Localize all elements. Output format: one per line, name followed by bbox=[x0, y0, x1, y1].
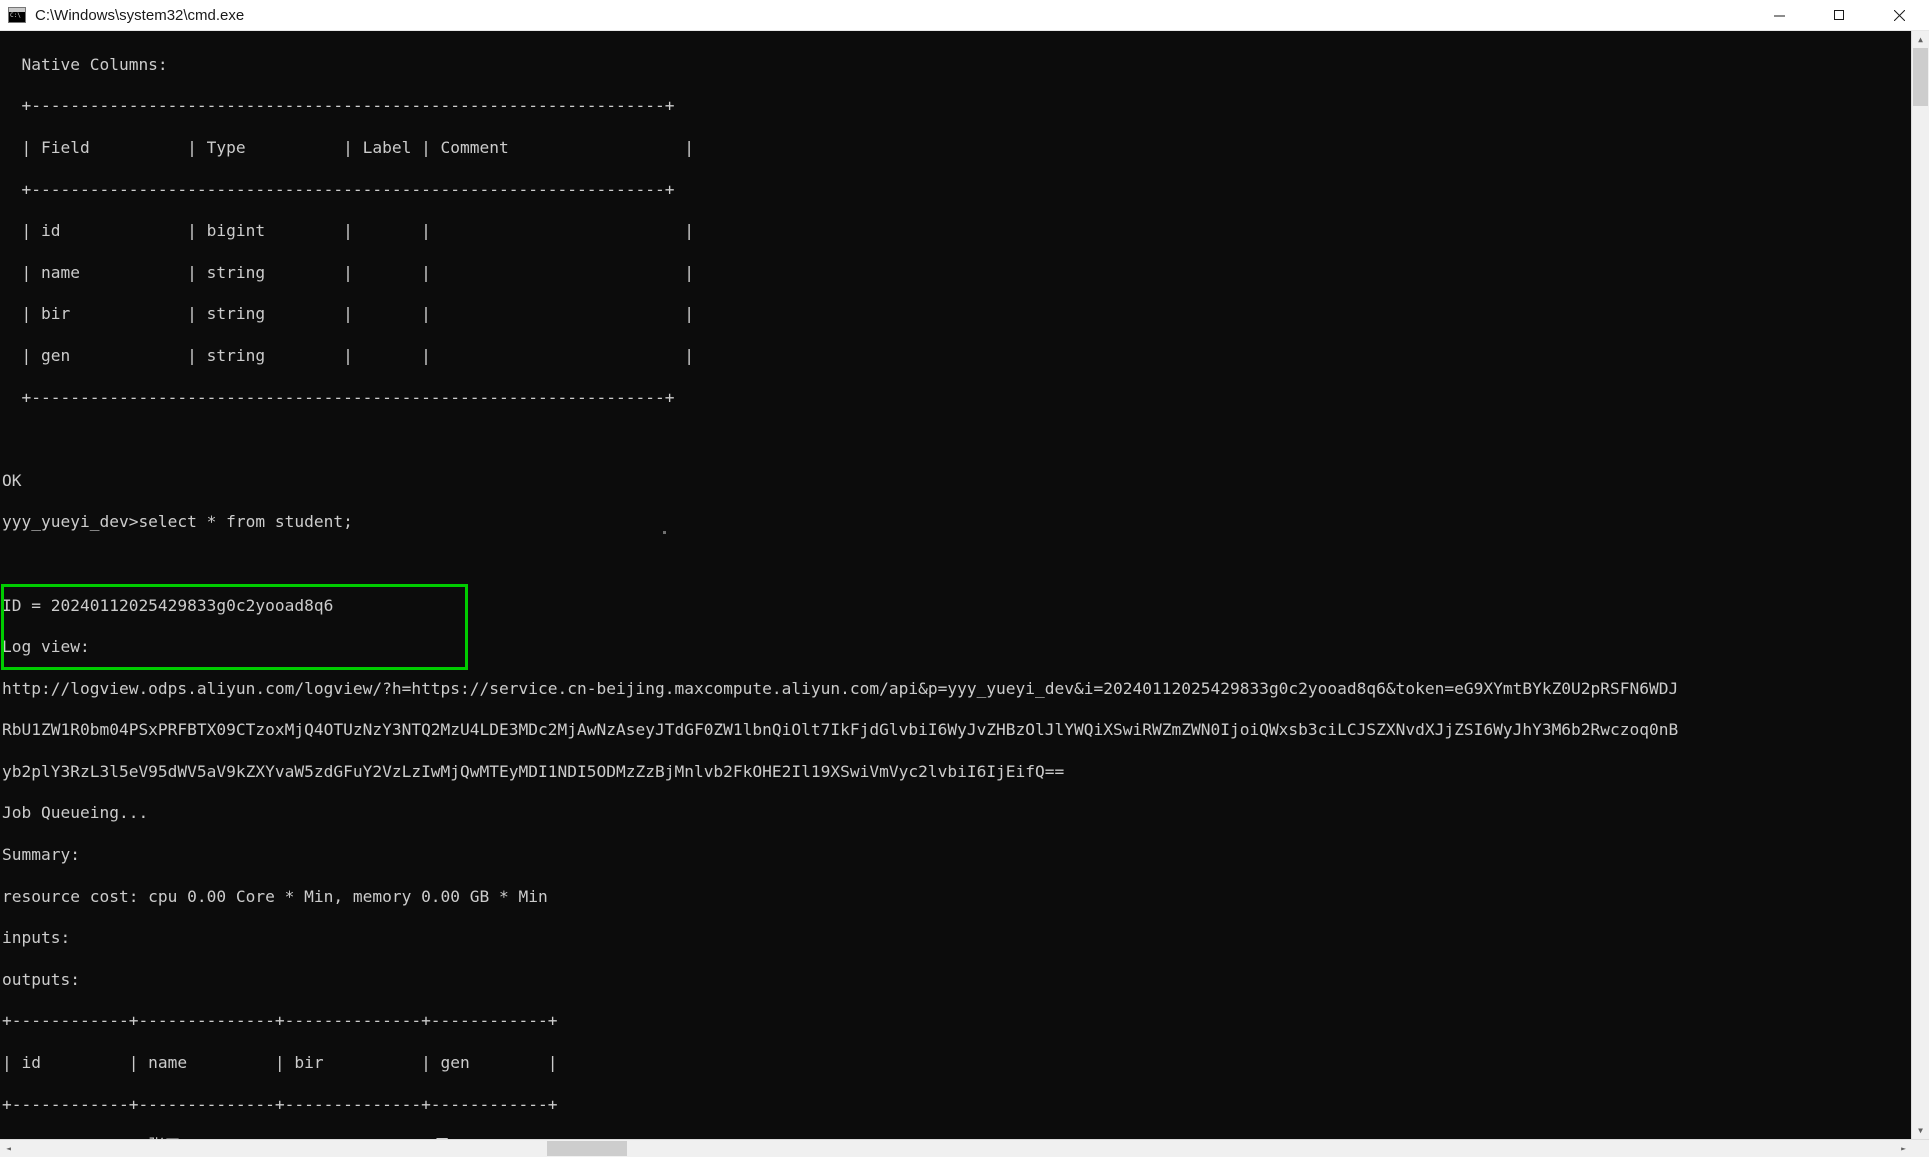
logview-url-line: yb2plY3RzL3l5eV95dWV5aV9kZXYvaW5zdGFuY2V… bbox=[2, 761, 1065, 781]
horizontal-scroll-track[interactable] bbox=[17, 1140, 1895, 1157]
native-columns-title: Native Columns: bbox=[2, 54, 168, 74]
result-header-line: | id | name | bir | gen | bbox=[2, 1053, 558, 1073]
instance-id-line: ID = 20240112025429833g0c2yooad8q6 bbox=[2, 595, 334, 615]
title-bar[interactable]: C:\Windows\system32\cmd.exe bbox=[0, 0, 1929, 31]
mouse-pointer-dot bbox=[663, 531, 666, 534]
native-columns-rule-top: +---------------------------------------… bbox=[2, 96, 675, 116]
window-title: C:\Windows\system32\cmd.exe bbox=[35, 6, 245, 24]
horizontal-scroll-thumb[interactable] bbox=[547, 1141, 627, 1156]
native-columns-header: | Field | Type | Label | Comment | bbox=[2, 137, 694, 157]
result-table-row: | 21 | 张三1 | 1991-03-01 | 男 | bbox=[2, 1136, 1911, 1139]
outputs-label: outputs: bbox=[2, 969, 80, 989]
minimize-button[interactable] bbox=[1749, 0, 1809, 30]
result-rule-mid: +------------+--------------+-----------… bbox=[2, 1094, 558, 1114]
maximize-button[interactable] bbox=[1809, 0, 1869, 30]
logview-url-line: RbU1ZW1R0bm04PSxPRFBTX09CTzoxMjQ4OTUzNzY… bbox=[2, 720, 1679, 740]
console-output[interactable]: Native Columns: +-----------------------… bbox=[0, 31, 1911, 1139]
resource-cost-line: resource cost: cpu 0.00 Core * Min, memo… bbox=[2, 886, 548, 906]
result-rows: | 21 | 张三1 | 1991-03-01 | 男 || 22 | 张三2 … bbox=[2, 1136, 1911, 1139]
native-columns-row: | id | bigint | | | bbox=[2, 221, 694, 241]
window-controls bbox=[1749, 0, 1929, 30]
native-columns-row: | gen | string | | | bbox=[2, 345, 694, 365]
console-area: Native Columns: +-----------------------… bbox=[0, 31, 1929, 1139]
cmd-window: C:\Windows\system32\cmd.exe Native Colum… bbox=[0, 0, 1929, 1157]
native-columns-row: | name | string | | | bbox=[2, 262, 694, 282]
terminal-text: Native Columns: +-----------------------… bbox=[0, 31, 1911, 1139]
scrollbar-corner bbox=[1912, 1140, 1929, 1157]
summary-label: Summary: bbox=[2, 845, 80, 865]
scroll-left-arrow-icon[interactable]: ◄ bbox=[0, 1140, 17, 1157]
logview-url-line: http://logview.odps.aliyun.com/logview/?… bbox=[2, 678, 1679, 698]
vertical-scrollbar[interactable]: ▲ ▼ bbox=[1911, 31, 1929, 1139]
ok-line: OK bbox=[2, 470, 22, 490]
native-columns-rule-mid: +---------------------------------------… bbox=[2, 179, 675, 199]
close-button[interactable] bbox=[1869, 0, 1929, 30]
horizontal-scrollbar[interactable]: ◄ ► bbox=[0, 1139, 1929, 1157]
cmd-icon bbox=[8, 7, 26, 23]
scroll-up-arrow-icon[interactable]: ▲ bbox=[1912, 31, 1929, 48]
logview-label: Log view: bbox=[2, 637, 90, 657]
job-queueing-line: Job Queueing... bbox=[2, 803, 149, 823]
vertical-scroll-track[interactable] bbox=[1912, 48, 1929, 1122]
scroll-down-arrow-icon[interactable]: ▼ bbox=[1912, 1122, 1929, 1139]
inputs-label: inputs: bbox=[2, 928, 71, 948]
native-columns-row: | bir | string | | | bbox=[2, 304, 694, 324]
title-bar-left: C:\Windows\system32\cmd.exe bbox=[0, 7, 1749, 24]
scroll-right-arrow-icon[interactable]: ► bbox=[1895, 1140, 1912, 1157]
vertical-scroll-thumb[interactable] bbox=[1913, 48, 1928, 106]
native-columns-rule-bottom: +---------------------------------------… bbox=[2, 387, 675, 407]
prompt-command-line: yyy_yueyi_dev>select * from student; bbox=[2, 512, 353, 532]
result-rule-top: +------------+--------------+-----------… bbox=[2, 1011, 558, 1031]
